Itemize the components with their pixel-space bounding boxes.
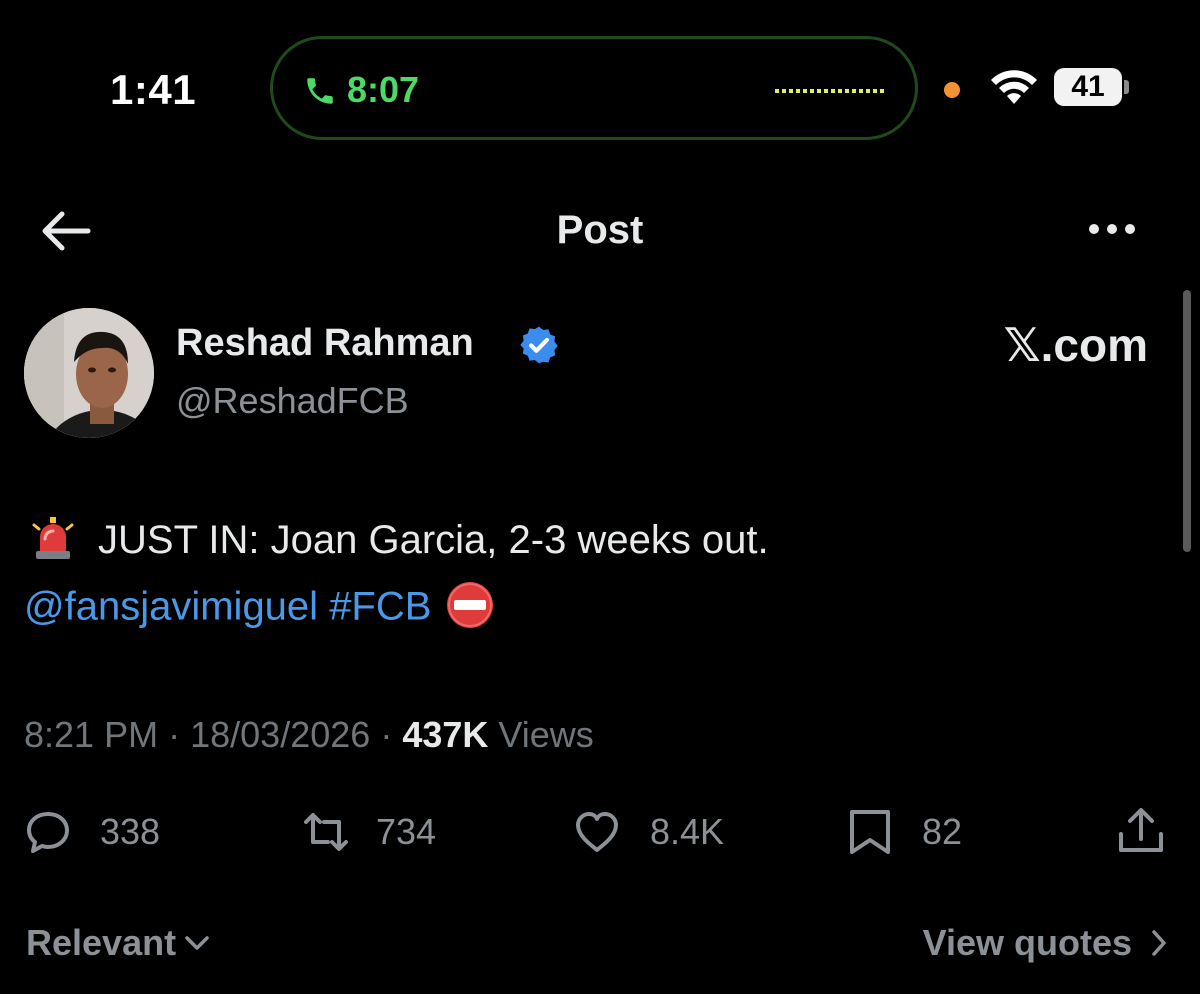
meta-separator: · [380,714,393,755]
heart-icon [576,812,618,852]
bookmark-icon [850,810,890,854]
avatar-photo [24,308,154,438]
sort-label: Relevant [26,922,177,963]
hashtag-link[interactable]: #FCB [329,585,431,629]
mention-link[interactable]: @fansjavimiguel [24,585,318,629]
bookmark-button[interactable]: 82 [846,806,962,858]
like-button[interactable]: 8.4K [570,806,724,858]
x-com-watermark: 𝕏.com [1003,319,1148,371]
siren-emoji-icon [32,517,74,560]
post-meta: 8:21 PM · 18/03/2026 · 437K Views [24,714,594,756]
reply-button[interactable]: 338 [24,806,160,858]
page-title: Post [556,208,644,252]
more-options-icon[interactable] [1084,214,1140,244]
author-avatar[interactable] [24,308,154,438]
bookmark-count: 82 [922,811,963,852]
tweet-text: JUST IN: Joan Garcia, 2-3 weeks out. [98,518,769,562]
view-quotes-label: View quotes [922,922,1132,963]
battery-level: 41 [1071,70,1105,103]
ongoing-call-pill[interactable]: 8:07 [270,36,918,140]
post-time: 8:21 PM [24,714,159,755]
repost-count: 734 [376,811,437,852]
phone-icon [307,78,333,104]
repost-button[interactable]: 734 [296,806,436,858]
author-handle[interactable]: @ReshadFCB [176,380,409,422]
no-entry-emoji-icon [447,582,494,628]
views-count[interactable]: 437K [402,714,488,755]
author-name[interactable]: Reshad Rahman [176,322,474,365]
call-duration: 8:07 [347,69,420,110]
verified-badge-icon [520,326,558,364]
scrollbar[interactable] [1183,290,1191,552]
chevron-right-icon [1152,930,1166,956]
sort-replies-dropdown[interactable]: Relevant [26,922,210,964]
reply-count: 338 [100,811,161,852]
battery-indicator: 41 [1054,68,1129,106]
status-time: 1:41 [110,66,197,113]
views-label[interactable]: Views [498,714,593,755]
view-quotes-link[interactable]: View quotes [923,922,1168,964]
chevron-down-icon [185,936,209,950]
reply-icon [27,812,69,853]
wifi-icon [991,70,1037,104]
share-icon[interactable] [1116,806,1166,856]
meta-separator: · [168,714,181,755]
repost-icon [304,813,348,851]
like-count: 8.4K [650,811,725,852]
privacy-indicator-dot [944,82,960,98]
post-date: 18/03/2026 [190,714,371,755]
tweet-text-line: JUST IN: Joan Garcia, 2-3 weeks out. [30,517,769,565]
audio-waveform-icon [775,89,884,93]
tweet-tags-line: @fansjavimiguel #FCB [24,582,495,634]
